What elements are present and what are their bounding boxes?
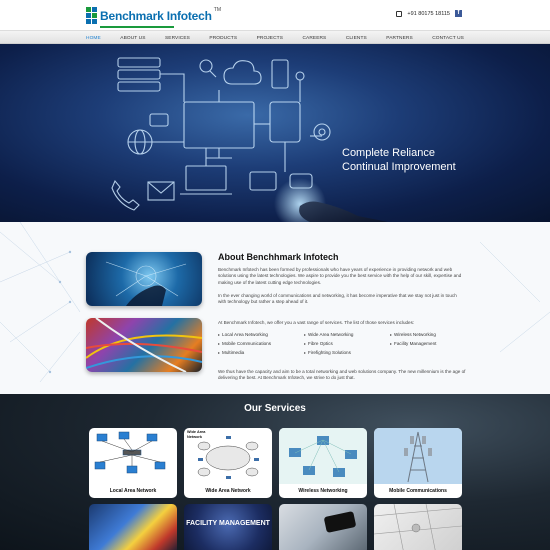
about-image-network-hand: [86, 252, 202, 306]
list-item: Wireless Networking: [390, 332, 466, 337]
service-card-lan[interactable]: Local Area Network: [89, 428, 177, 498]
sprinkler-grid-image: [374, 504, 462, 550]
about-services-list: Local Area Networking Wide Area Networki…: [218, 332, 466, 355]
list-item: Wide Area Networking: [304, 332, 390, 337]
about-section: About Benchhmark Infotech Benchmark Info…: [0, 222, 550, 394]
logo[interactable]: Benchmark Infotech TM: [86, 4, 221, 28]
main-nav: HOME ABOUT US SERVICES PRODUCTS PROJECTS…: [0, 30, 550, 45]
hero-line-1: Complete Reliance: [342, 147, 435, 159]
nav-clients[interactable]: CLIENTS: [346, 36, 367, 41]
list-item: Fibre Optics: [304, 341, 390, 346]
about-paragraph-2: In the ever changing world of communicat…: [218, 293, 457, 305]
logo-tm: TM: [213, 7, 221, 13]
services-title: Our Services: [244, 403, 306, 414]
service-card-firefighting[interactable]: [374, 504, 462, 550]
nav-partners[interactable]: PARTNERS: [386, 36, 412, 41]
facility-management-text: FACILITY MANAGEMENT: [186, 520, 270, 527]
service-card-label: Wide Area Network: [205, 488, 251, 494]
service-card-wireless[interactable]: Wireless Networking: [279, 428, 367, 498]
facebook-icon[interactable]: f: [455, 10, 462, 17]
nav-contact-us[interactable]: CONTACT US: [432, 36, 464, 41]
mobile-tower-image: [374, 428, 462, 484]
smartphone-icon: [323, 511, 357, 533]
about-title: About Benchhmark Infotech: [218, 252, 339, 262]
hero-caption: Complete Reliance Continual Improvement: [342, 146, 456, 174]
about-image-cables: [86, 318, 202, 372]
nav-projects[interactable]: PROJECTS: [257, 36, 283, 41]
logo-underline: [100, 26, 174, 28]
phone-number: +91 80175 18115: [407, 10, 450, 17]
header: Benchmark Infotech TM +91 80175 18115 f: [0, 0, 550, 30]
services-section: Our Services Local Area Network Wide Are…: [0, 394, 550, 550]
service-card-multimedia[interactable]: [279, 504, 367, 550]
logo-mark-icon: [86, 5, 98, 27]
service-card-fibre-optics[interactable]: [89, 504, 177, 550]
service-card-label: Wireless Networking: [298, 488, 348, 494]
about-paragraph-1: Benchmark Infotech has been formed by pr…: [218, 267, 462, 285]
list-item: Facility Management: [390, 341, 466, 346]
lan-diagram: [94, 431, 166, 474]
service-card-facility-management[interactable]: FACILITY MANAGEMENT: [184, 504, 272, 550]
nav-about-us[interactable]: ABOUT US: [120, 36, 145, 41]
list-item: Firefighting Solutions: [304, 350, 390, 355]
nav-services[interactable]: SERVICES: [165, 36, 190, 41]
service-card-mobile[interactable]: Mobile Communications: [374, 428, 462, 498]
wan-image-label: Wide Area Network: [187, 430, 206, 439]
phone-icon: [396, 10, 403, 17]
wireless-diagram: [279, 428, 367, 484]
nav-careers[interactable]: CAREERS: [302, 36, 326, 41]
list-item: Mobile Communications: [218, 341, 304, 346]
nav-products[interactable]: PRODUCTS: [209, 36, 237, 41]
about-paragraph-4: We thus have the capacity and aim to be …: [218, 369, 466, 381]
hero-banner: Complete Reliance Continual Improvement: [0, 44, 550, 222]
page: Benchmark Infotech TM +91 80175 18115 f …: [0, 0, 550, 550]
about-paragraph-3: At Benchmark Infotech, we offer you a va…: [218, 320, 415, 325]
list-item: Local Area Networking: [218, 332, 304, 337]
list-item: Multimedia: [218, 350, 304, 355]
service-card-label: Local Area Network: [109, 488, 157, 494]
contact-info: +91 80175 18115 f: [396, 10, 462, 17]
hero-tech-illustration: [111, 57, 388, 222]
service-card-wan[interactable]: Wide Area Network Wide Area Network: [184, 428, 272, 498]
logo-text: Benchmark Infotech: [100, 9, 212, 23]
hero-line-2: Continual Improvement: [342, 161, 456, 173]
nav-home[interactable]: HOME: [86, 36, 101, 45]
service-card-label: Mobile Communications: [389, 488, 447, 494]
